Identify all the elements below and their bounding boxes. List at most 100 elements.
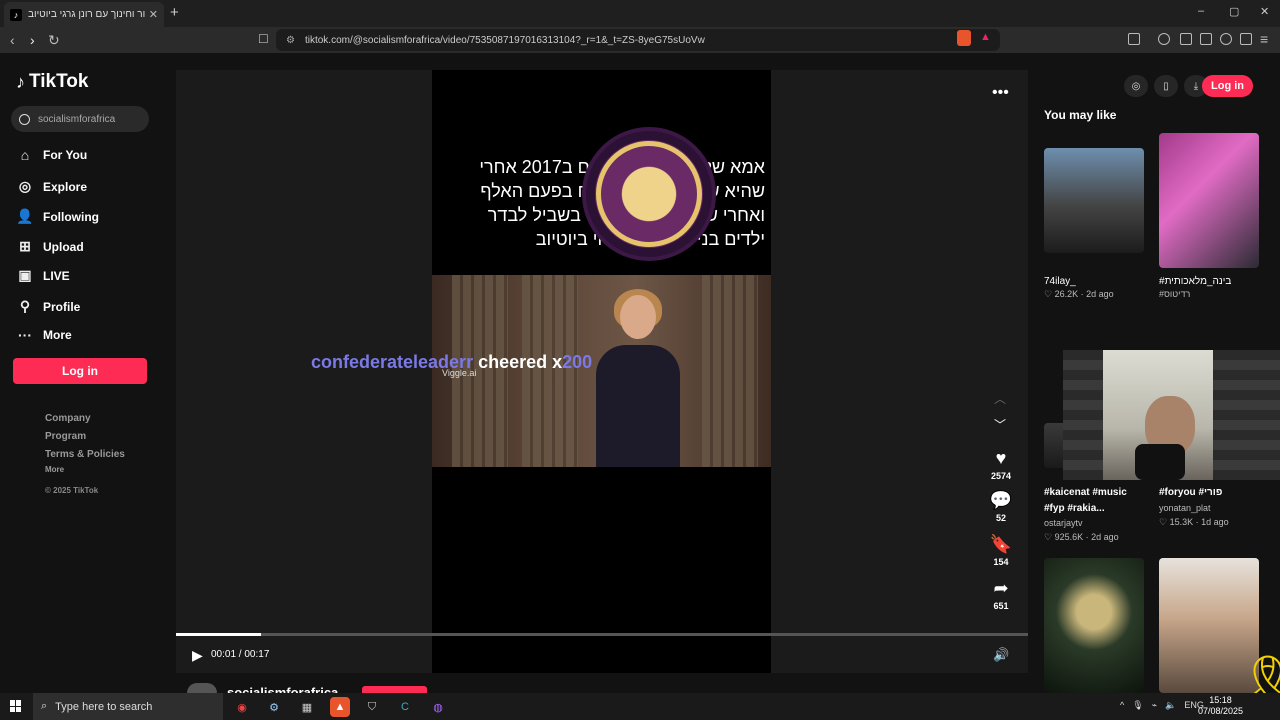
footer-more-link[interactable]: More [45, 465, 64, 474]
tiktok-logo[interactable]: ♪ TikTok [16, 71, 88, 93]
like-count: 2574 [990, 471, 1012, 481]
cheer-username: confederateleaderr [311, 352, 474, 372]
sidebar-toggle-icon[interactable] [1128, 33, 1140, 45]
clock-time: 15:18 [1209, 695, 1232, 705]
reading-list-icon[interactable] [1180, 33, 1192, 45]
follow-button[interactable] [362, 686, 427, 693]
brave-shields-icon[interactable] [957, 30, 971, 46]
recommended-user[interactable]: yonatan_plat [1159, 503, 1211, 513]
search-icon: ⌕ [41, 700, 48, 712]
sidebar-login-button[interactable]: Log in [13, 358, 147, 384]
browser-tab[interactable]: ♪ הומור וחינוך עם רונן גרגי ביוטיוב | ✕ [4, 2, 164, 27]
face [620, 295, 656, 339]
sidebar-item-for-you[interactable]: ⌂ For You [16, 147, 87, 163]
address-bar[interactable]: ⚙ tiktok.com/@socialismforafrica/video/7… [276, 29, 1000, 51]
reload-icon[interactable]: ↻ [48, 32, 60, 49]
search-icon [19, 113, 30, 125]
sidebar-item-following[interactable]: 👤 Following [16, 208, 99, 225]
window-close-button[interactable]: ✕ [1260, 5, 1269, 18]
recommended-caption[interactable]: 74ilay_ [1044, 276, 1076, 287]
recommended-caption-2[interactable]: #fyp #rakia... [1044, 503, 1105, 514]
volume-icon[interactable]: 🔊 [993, 647, 1009, 663]
more-options-icon[interactable]: ••• [992, 84, 1009, 102]
windows-taskbar: ⌕ Type here to search ◉ ⚙ ▦ ▲ ⛉ C ◍ ^ 🎙 … [0, 693, 1280, 720]
brave-app-icon[interactable]: ▲ [330, 697, 350, 717]
leo-ai-icon[interactable] [1220, 33, 1232, 45]
sidebar-item-live[interactable]: ▣ LIVE [16, 267, 70, 284]
taskbar-clock[interactable]: 15:18 07/08/2025 [1198, 695, 1243, 717]
network-icon[interactable]: ⌁ [1152, 700, 1157, 711]
sidebar-item-label: LIVE [43, 268, 70, 283]
previous-video-icon[interactable]: ︿ [994, 390, 1006, 407]
play-icon[interactable]: ▶ [192, 647, 203, 664]
footer-terms-link[interactable]: Terms & Policies [45, 449, 125, 460]
search-input[interactable]: socialismforafrica [11, 106, 149, 132]
tiktok-wordmark: TikTok [29, 71, 89, 92]
bookmark-icon[interactable]: ☐ [258, 32, 269, 46]
comment-button[interactable]: 💬 52 [976, 490, 1026, 523]
window-minimize-button[interactable]: – [1198, 5, 1204, 17]
recommended-caption[interactable]: #kaicenat #music [1044, 487, 1127, 498]
recommended-user[interactable]: ostarjaytv [1044, 518, 1083, 528]
site-settings-icon[interactable]: ⚙ [286, 35, 295, 46]
recommended-thumbnail[interactable] [1044, 148, 1144, 253]
recommended-meta: ♡ 26.2K · 2d ago [1044, 289, 1114, 299]
sidebar-item-more[interactable]: ··· More [16, 327, 72, 343]
window-maximize-button[interactable]: ▢ [1229, 5, 1239, 18]
coins-icon[interactable]: ◎ [1124, 75, 1148, 97]
acoustic-panel [1063, 350, 1103, 480]
stream-emblem-overlay [582, 127, 716, 261]
chevron-up-icon[interactable]: ^ [1120, 700, 1124, 711]
microphone [1135, 444, 1185, 480]
microphone-icon[interactable]: 🎙 [1132, 700, 1143, 711]
share-button[interactable]: ➦ 651 [976, 578, 1026, 611]
save-button[interactable]: 🔖 154 [976, 534, 1026, 567]
media-icon[interactable] [1158, 33, 1170, 45]
shield-app-icon[interactable]: ⛉ [362, 697, 382, 717]
comment-count: 52 [995, 513, 1006, 523]
footer-company-link[interactable]: Company [45, 413, 91, 424]
webcam-overlay [1063, 350, 1280, 480]
new-tab-button[interactable]: + [170, 4, 179, 21]
sidebar-item-profile[interactable]: ⚲ Profile [16, 298, 80, 315]
progress-fill [176, 633, 262, 636]
tab-close-icon[interactable]: ✕ [149, 8, 158, 21]
browser-toolbar: ‹ › ↻ ☐ ⚙ tiktok.com/@socialismforafrica… [0, 27, 1280, 53]
taskbar-search[interactable]: ⌕ Type here to search [33, 693, 223, 720]
share-count: 651 [993, 601, 1009, 611]
heart-icon: ♥ [995, 448, 1007, 468]
cheer-amount: 200 [562, 352, 593, 372]
forward-icon[interactable]: › [30, 32, 35, 48]
header-login-button[interactable]: Log in [1202, 75, 1253, 97]
steam-app-icon[interactable]: ⚙ [264, 697, 284, 717]
author-avatar[interactable] [187, 683, 217, 693]
wallet-icon[interactable] [1200, 33, 1212, 45]
menu-icon[interactable]: ≡ [1260, 31, 1268, 47]
brave-rewards-icon[interactable]: ▲ [980, 31, 991, 43]
playback-time: 00:01 / 00:17 [211, 649, 270, 660]
sidebar-item-explore[interactable]: ◎ Explore [16, 178, 87, 195]
footer-program-link[interactable]: Program [45, 431, 86, 442]
recommended-caption[interactable]: #בינה_מלאכותית [1159, 276, 1231, 287]
next-video-icon[interactable]: ﹀ [994, 416, 1006, 433]
file-manager-app-icon[interactable]: ▦ [297, 697, 317, 717]
following-icon: 👤 [16, 208, 34, 224]
speedometer-app-icon[interactable]: ◉ [232, 697, 252, 717]
bookmark-icon: 🔖 [989, 534, 1013, 554]
windows-start-icon[interactable] [10, 700, 22, 712]
recommended-thumbnail[interactable] [1159, 133, 1259, 268]
back-icon[interactable]: ‹ [10, 32, 15, 48]
streaming-app-icon[interactable]: ◍ [428, 697, 448, 717]
sidebar-item-upload[interactable]: ⊞ Upload [16, 238, 84, 255]
ccleaner-app-icon[interactable]: C [395, 697, 415, 717]
volume-icon[interactable]: 🔈 [1165, 700, 1176, 711]
like-button[interactable]: ♥ 2574 [976, 448, 1026, 481]
profile-icon: ⚲ [19, 298, 31, 314]
device-icon[interactable]: ▯ [1154, 75, 1178, 97]
recommended-caption[interactable]: #foryou #פורי [1159, 487, 1222, 498]
progress-bar[interactable] [176, 633, 1028, 636]
tiktok-page: ♪ TikTok socialismforafrica ⌂ For You ◎ … [0, 53, 1280, 700]
vpn-icon[interactable] [1240, 33, 1252, 45]
recommended-thumbnail[interactable] [1044, 558, 1144, 693]
system-tray: ^ 🎙 ⌁ 🔈 ENG [1120, 700, 1204, 711]
